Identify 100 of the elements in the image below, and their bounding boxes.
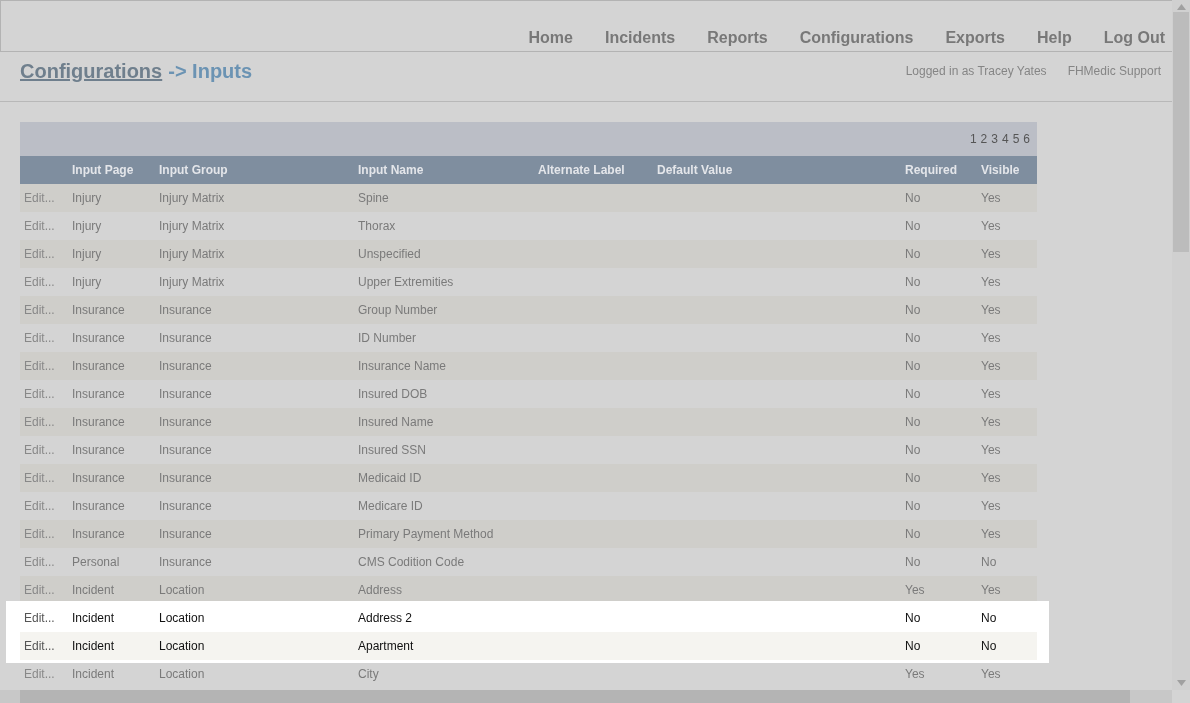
table-cell-text: Location (159, 611, 206, 625)
table-cell-text: No (905, 527, 922, 541)
column-header: Default Value (657, 163, 734, 177)
table-cell-text: Yes (905, 667, 926, 681)
table-cell-text: Yes (981, 359, 1002, 373)
page-link[interactable]: 6 (1023, 132, 1030, 146)
table-cell-text: No (905, 639, 922, 653)
table-cell-text: Insurance (72, 499, 126, 513)
edit-link[interactable]: Edit... (24, 303, 55, 317)
table-cell-text: Insurance (159, 555, 213, 569)
table-cell-text: Yes (981, 471, 1002, 485)
table-cell-text: Insurance (72, 387, 126, 401)
table-cell-text: Injury Matrix (159, 275, 226, 289)
table-cell-text: Yes (981, 527, 1002, 541)
edit-link[interactable]: Edit... (24, 667, 55, 681)
table-cell-text: Insurance (159, 499, 213, 513)
edit-link[interactable]: Edit... (24, 583, 55, 597)
edit-link[interactable]: Edit... (24, 471, 55, 485)
table-cell-text: Injury (72, 191, 103, 205)
page-link[interactable]: 1 (969, 132, 977, 146)
table-cell-text: Personal (72, 555, 121, 569)
edit-link[interactable]: Edit... (24, 219, 55, 233)
nav-link[interactable]: Exports (945, 29, 1005, 47)
table-cell-text: Insurance (159, 303, 213, 317)
table-cell-text: Location (159, 583, 206, 597)
table-cell-text: City (358, 667, 380, 681)
nav-link[interactable]: Log Out (1103, 29, 1165, 47)
edit-link[interactable]: Edit... (24, 247, 55, 261)
table-cell-text: Location (159, 639, 206, 653)
scrollbar-thumb[interactable] (1173, 12, 1189, 252)
edit-link[interactable]: Edit... (24, 611, 55, 625)
vertical-scrollbar[interactable] (1172, 0, 1190, 690)
breadcrumb-link[interactable]: Configurations (20, 60, 163, 83)
table-cell-text: Yes (981, 331, 1002, 345)
table-cell-text: Insurance (72, 443, 126, 457)
edit-link[interactable]: Edit... (24, 639, 55, 653)
table-cell-text: Injury (72, 219, 103, 233)
table-cell-text: No (905, 191, 922, 205)
table-cell-text: Insurance (159, 331, 213, 345)
table-cell-text: ID Number (358, 331, 417, 345)
user-info-text: Logged in as Tracey Yates (905, 64, 1047, 78)
table-cell-text: No (905, 359, 922, 373)
edit-link[interactable]: Edit... (24, 527, 55, 541)
table-cell-text: Thorax (358, 219, 397, 233)
table-cell-text: No (905, 415, 922, 429)
table-cell-text: No (905, 275, 922, 289)
table-cell-text: No (905, 219, 922, 233)
edit-link[interactable]: Edit... (24, 191, 55, 205)
column-header: Input Page (72, 163, 135, 177)
edit-link[interactable]: Edit... (24, 555, 55, 569)
table-cell-text: Yes (981, 219, 1002, 233)
page-link[interactable]: 4 (1001, 132, 1009, 146)
edit-link[interactable]: Edit... (24, 415, 55, 429)
table-cell-text: Insurance (159, 359, 213, 373)
table-cell-text: Yes (981, 275, 1002, 289)
edit-link[interactable]: Edit... (24, 359, 55, 373)
table-cell-text: No (905, 247, 922, 261)
page-title: -> Inputs (168, 60, 253, 83)
column-header: Required (905, 163, 958, 177)
table-cell-text: No (905, 471, 922, 485)
nav-link[interactable]: Help (1037, 29, 1072, 47)
table-cell-text: Insurance (72, 471, 126, 485)
table-cell-text: Group Number (358, 303, 439, 317)
table-cell-text: CMS Codition Code (358, 555, 466, 569)
nav-link[interactable]: Configurations (799, 29, 914, 47)
table-cell-text: Insurance (159, 443, 213, 457)
table-cell-text: Yes (981, 415, 1002, 429)
table-cell-text: No (905, 611, 922, 625)
edit-link[interactable]: Edit... (24, 387, 55, 401)
nav-link[interactable]: Home (528, 29, 573, 47)
table-cell-text: Insurance Name (358, 359, 448, 373)
table-cell-text: Yes (981, 191, 1002, 205)
edit-link[interactable]: Edit... (24, 275, 55, 289)
table-cell-text: Yes (981, 499, 1002, 513)
edit-link[interactable]: Edit... (24, 331, 55, 345)
table-cell-text: No (905, 499, 922, 513)
table-cell-text: Medicare ID (358, 499, 424, 513)
page-link[interactable]: 5 (1012, 132, 1020, 146)
nav-link[interactable]: Reports (707, 29, 768, 47)
column-header: Visible (981, 163, 1021, 177)
table-cell-text: Insurance (72, 331, 126, 345)
table-cell-text: Address (358, 583, 404, 597)
scroll-up-icon[interactable] (1176, 4, 1186, 10)
table-cell-text: Insured SSN (358, 443, 428, 457)
edit-link[interactable]: Edit... (24, 499, 55, 513)
table-cell-text: No (905, 387, 922, 401)
table-cell-text: Medicaid ID (358, 471, 423, 485)
page-link[interactable]: 2 (980, 132, 988, 146)
nav-link[interactable]: Incidents (605, 29, 676, 47)
table-cell-text: Insurance (159, 471, 213, 485)
scroll-down-icon[interactable] (1176, 680, 1186, 686)
edit-link[interactable]: Edit... (24, 443, 55, 457)
table-cell-text: No (905, 555, 922, 569)
table-cell-text: Insurance (159, 415, 213, 429)
table-cell-text: Injury (72, 275, 103, 289)
table-cell-text: Insurance (72, 527, 126, 541)
table-cell-text: Yes (905, 583, 926, 597)
page-link[interactable]: 3 (991, 132, 998, 146)
column-header: Alternate Label (538, 163, 626, 177)
user-info-text: FHMedic Support (1067, 64, 1161, 78)
